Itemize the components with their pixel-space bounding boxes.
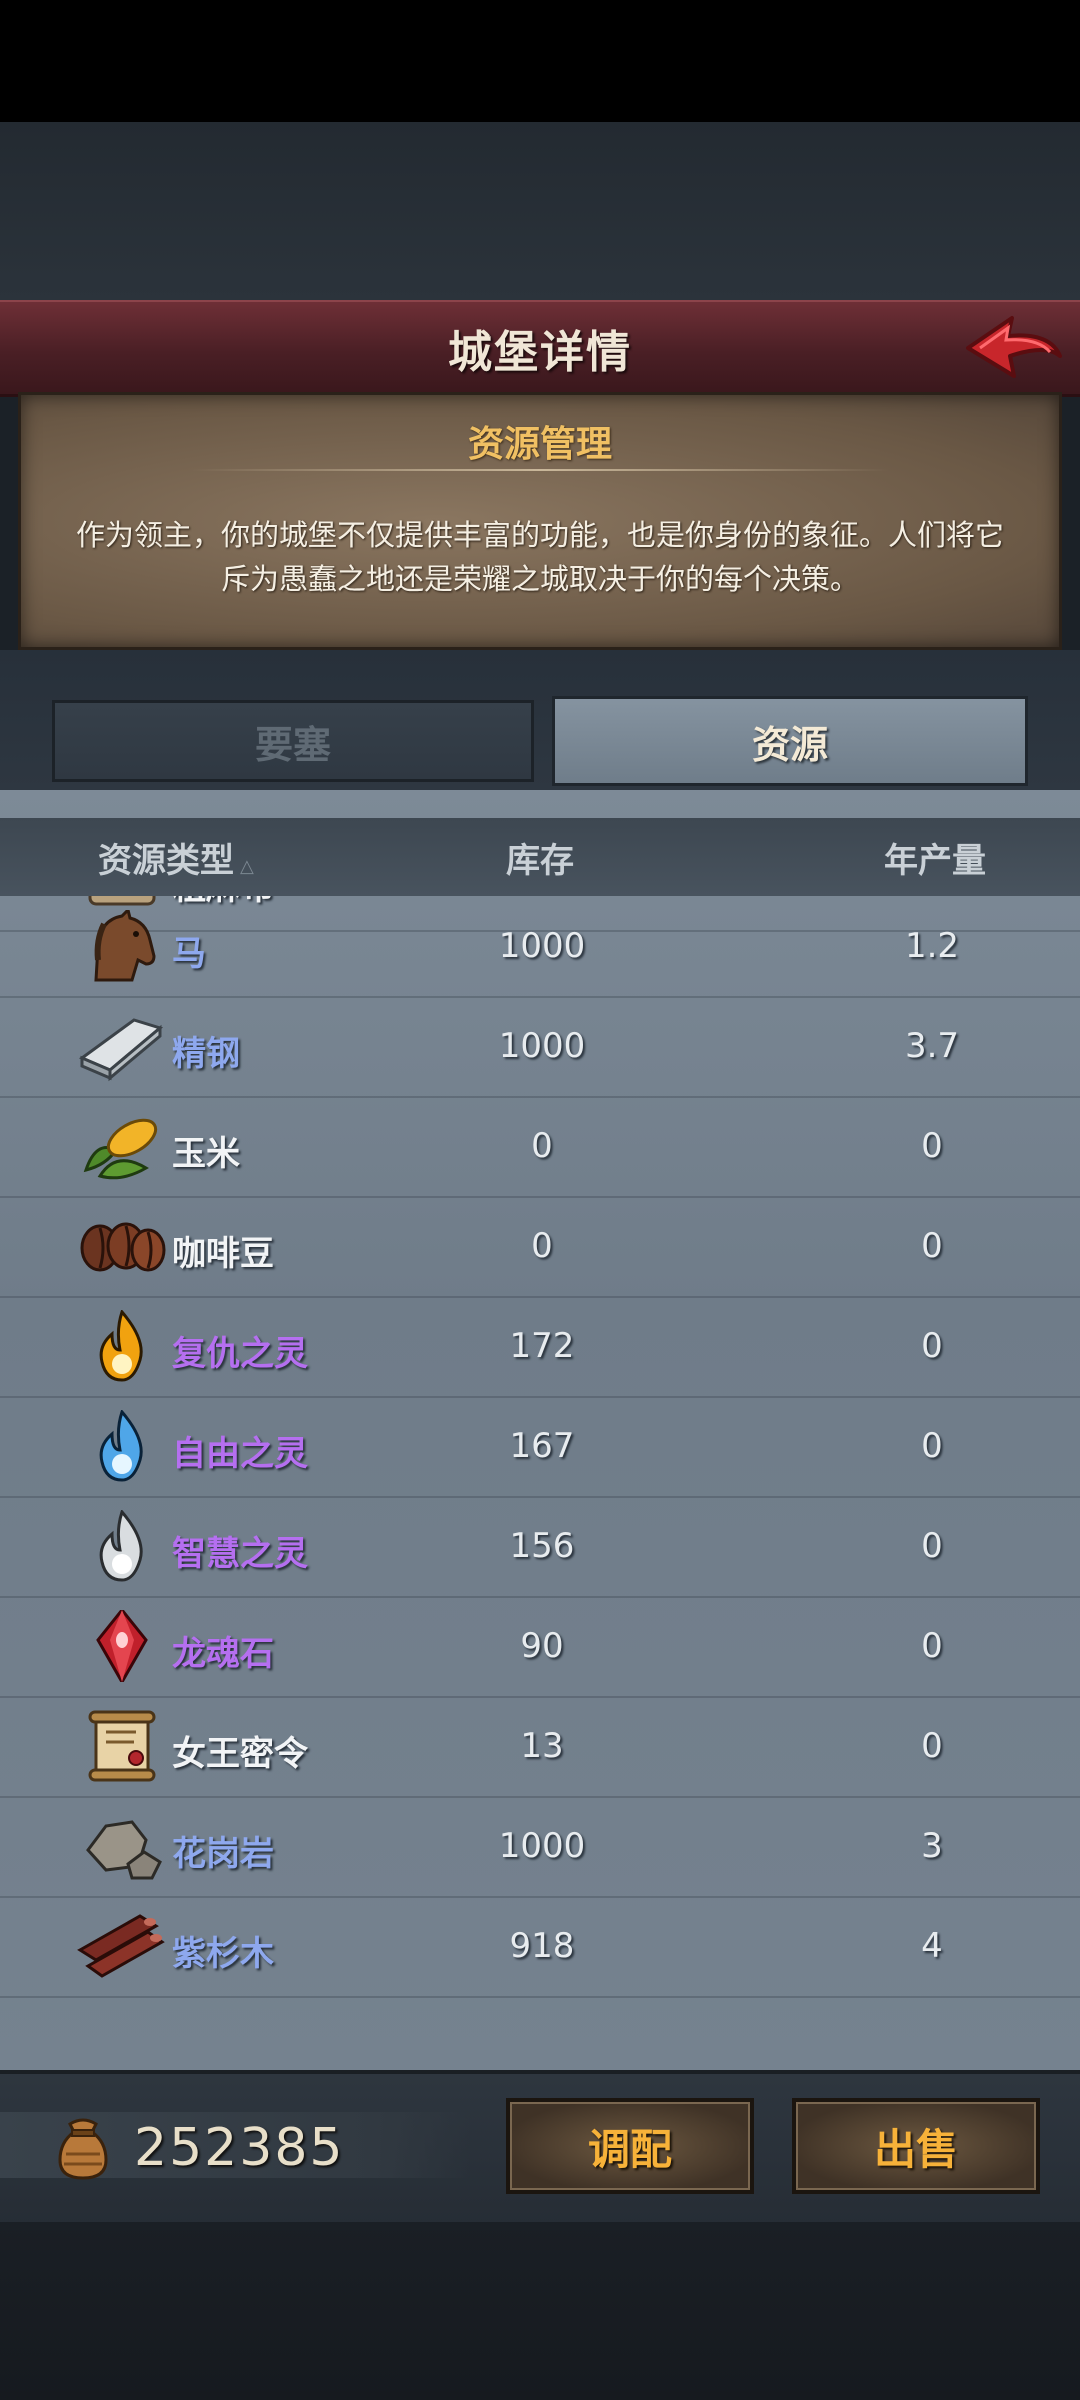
resource-yield: 4: [921, 1926, 943, 1966]
info-panel: 资源管理 作为领主，你的城堡不仅提供丰富的功能，也是你身份的象征。人们将它斥为愚…: [18, 392, 1062, 650]
resource-yield: 1.2: [904, 926, 960, 966]
resource-stock: 172: [509, 1326, 575, 1366]
resource-name: 智慧之灵: [172, 1534, 308, 1574]
background-top: [0, 122, 1080, 300]
resource-stock: 156: [509, 1526, 575, 1566]
horse-icon: [94, 910, 156, 982]
resource-stock: 1000: [498, 1026, 586, 1066]
resource-name: 玉米: [172, 1134, 240, 1174]
resource-name: 自由之灵: [172, 1434, 308, 1474]
granite-rock-icon: [86, 1820, 162, 1880]
yew-wood-icon: [77, 1914, 165, 1978]
sell-button[interactable]: 出售: [792, 2098, 1040, 2194]
resource-stock: 90: [520, 1626, 564, 1666]
white-spirit-flame-icon: [99, 1510, 143, 1582]
money-bag-icon: [58, 2118, 108, 2180]
tab-fortress[interactable]: 要塞: [52, 700, 534, 782]
resource-stock: 918: [509, 1926, 575, 1966]
list-item[interactable]: 自由之灵 167 0: [0, 1396, 1080, 1498]
list-item[interactable]: 女王密令 13 0: [0, 1696, 1080, 1798]
list-item[interactable]: 花岗岩 1000 3: [0, 1796, 1080, 1898]
resource-yield: 0: [921, 1226, 943, 1266]
list-item[interactable]: 精钢 1000 3.7: [0, 996, 1080, 1098]
info-title: 资源管理: [467, 424, 612, 465]
resource-yield: 0: [921, 1326, 943, 1366]
steel-ingot-icon: [78, 1018, 164, 1082]
list-item[interactable]: 玉米 0 0: [0, 1096, 1080, 1198]
resource-stock: 0: [531, 1226, 553, 1266]
resource-stock: 1000: [498, 926, 586, 966]
divider: [191, 469, 889, 471]
resource-name: 复仇之灵: [172, 1334, 308, 1374]
resource-name: 花岗岩: [172, 1834, 274, 1874]
list-item[interactable]: 马 1000 1.2: [0, 896, 1080, 998]
list-item[interactable]: 智慧之灵 156 0: [0, 1496, 1080, 1598]
resource-name: 龙魂石: [172, 1634, 274, 1674]
list-item[interactable]: 复仇之灵 172 0: [0, 1296, 1080, 1398]
blue-spirit-flame-icon: [99, 1410, 143, 1482]
list-item[interactable]: 龙魂石 90 0: [0, 1596, 1080, 1698]
resource-name: 咖啡豆: [172, 1234, 274, 1274]
tab-resources[interactable]: 资源: [552, 696, 1028, 786]
column-header: 资源类型 △ 库存 年产量: [0, 818, 1080, 896]
background-bottom: [0, 2222, 1080, 2400]
list-item[interactable]: 咖啡豆 0 0: [0, 1196, 1080, 1298]
status-bar-area: [0, 0, 1080, 122]
resource-yield: 3.7: [904, 1026, 960, 1066]
scroll-icon: [88, 1710, 156, 1782]
sort-arrow-icon: △: [240, 855, 254, 877]
column-type-header[interactable]: 资源类型 △: [98, 833, 254, 882]
resource-stock: 167: [509, 1426, 575, 1466]
resource-name: 紫杉木: [172, 1934, 274, 1974]
resource-yield: 3: [921, 1826, 943, 1866]
resource-stock: 1000: [498, 1826, 586, 1866]
column-stock-header[interactable]: 库存: [470, 833, 610, 882]
corn-icon: [83, 1118, 158, 1180]
allocate-button[interactable]: 调配: [506, 2098, 754, 2194]
info-description: 作为领主，你的城堡不仅提供丰富的功能，也是你身份的象征。人们将它斥为愚蠢之地还是…: [75, 518, 1004, 596]
coffee-bean-icon: [80, 1222, 166, 1272]
back-arrow-icon[interactable]: [960, 310, 1070, 386]
resource-yield: 0: [921, 1626, 943, 1666]
resource-name: 精钢: [172, 1034, 240, 1074]
column-yield-header[interactable]: 年产量: [860, 833, 1010, 882]
golden-spirit-flame-icon: [99, 1310, 143, 1382]
dragon-soul-gem-icon: [96, 1610, 148, 1682]
resource-stock: 13: [520, 1726, 564, 1766]
title-bar: 城堡详情: [0, 300, 1080, 397]
resource-yield: 0: [921, 1126, 943, 1166]
resource-name: 马: [172, 934, 206, 974]
coin-amount: 252385: [134, 2118, 345, 2178]
resource-yield: 0: [921, 1726, 943, 1766]
resource-name: 女王密令: [172, 1734, 308, 1774]
resource-list[interactable]: 粗麻布 3000 0 马 1000 1.2 精钢 1000 3.7 玉米 0 0: [0, 896, 1080, 2052]
list-item[interactable]: 紫杉木 918 4: [0, 1896, 1080, 1998]
page-title: 城堡详情: [448, 327, 632, 378]
resource-yield: 0: [921, 1526, 943, 1566]
resource-stock: 0: [531, 1126, 553, 1166]
resource-yield: 0: [921, 1426, 943, 1466]
